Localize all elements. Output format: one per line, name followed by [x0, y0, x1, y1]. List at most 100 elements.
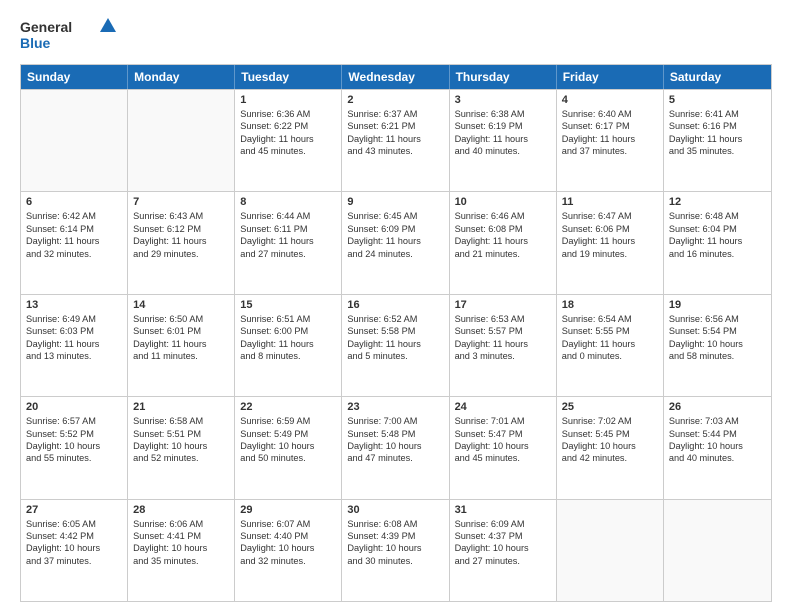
cell-info-line: Sunset: 6:14 PM: [26, 223, 122, 235]
cell-info-line: Sunrise: 6:52 AM: [347, 313, 443, 325]
logo-container: General Blue: [20, 16, 120, 54]
cell-info-line: Sunset: 5:48 PM: [347, 428, 443, 440]
day-cell-19: 19Sunrise: 6:56 AMSunset: 5:54 PMDayligh…: [664, 295, 771, 396]
cell-info-line: Sunrise: 6:09 AM: [455, 518, 551, 530]
day-cell-11: 11Sunrise: 6:47 AMSunset: 6:06 PMDayligh…: [557, 192, 664, 293]
cell-info-line: Sunrise: 6:08 AM: [347, 518, 443, 530]
calendar-body: 1Sunrise: 6:36 AMSunset: 6:22 PMDaylight…: [21, 89, 771, 601]
day-cell-17: 17Sunrise: 6:53 AMSunset: 5:57 PMDayligh…: [450, 295, 557, 396]
cell-info-line: and 58 minutes.: [669, 350, 766, 362]
day-number: 28: [133, 504, 229, 516]
day-number: 24: [455, 401, 551, 413]
day-cell-28: 28Sunrise: 6:06 AMSunset: 4:41 PMDayligh…: [128, 500, 235, 601]
day-cell-1: 1Sunrise: 6:36 AMSunset: 6:22 PMDaylight…: [235, 90, 342, 191]
day-cell-27: 27Sunrise: 6:05 AMSunset: 4:42 PMDayligh…: [21, 500, 128, 601]
cell-info-line: Sunset: 5:45 PM: [562, 428, 658, 440]
cell-info-line: Sunset: 5:49 PM: [240, 428, 336, 440]
day-cell-14: 14Sunrise: 6:50 AMSunset: 6:01 PMDayligh…: [128, 295, 235, 396]
day-number: 13: [26, 299, 122, 311]
cell-info-line: Daylight: 10 hours: [240, 440, 336, 452]
cell-info-line: Sunset: 6:03 PM: [26, 325, 122, 337]
day-number: 6: [26, 196, 122, 208]
cell-info-line: Sunset: 5:52 PM: [26, 428, 122, 440]
cell-info-line: Sunset: 6:01 PM: [133, 325, 229, 337]
cell-info-line: Daylight: 10 hours: [240, 542, 336, 554]
day-number: 4: [562, 94, 658, 106]
cell-info-line: and 8 minutes.: [240, 350, 336, 362]
day-number: 15: [240, 299, 336, 311]
day-number: 31: [455, 504, 551, 516]
cell-info-line: and 32 minutes.: [240, 555, 336, 567]
cell-info-line: Sunrise: 6:47 AM: [562, 210, 658, 222]
cell-info-line: Sunrise: 6:07 AM: [240, 518, 336, 530]
calendar-header: SundayMondayTuesdayWednesdayThursdayFrid…: [21, 65, 771, 89]
cell-info-line: Daylight: 11 hours: [455, 338, 551, 350]
cell-info-line: and 27 minutes.: [240, 248, 336, 260]
cell-info-line: Daylight: 11 hours: [240, 338, 336, 350]
cell-info-line: Sunset: 6:12 PM: [133, 223, 229, 235]
day-cell-23: 23Sunrise: 7:00 AMSunset: 5:48 PMDayligh…: [342, 397, 449, 498]
cell-info-line: Sunset: 5:54 PM: [669, 325, 766, 337]
cell-info-line: and 30 minutes.: [347, 555, 443, 567]
cell-info-line: Sunrise: 6:49 AM: [26, 313, 122, 325]
cell-info-line: Sunset: 6:19 PM: [455, 120, 551, 132]
cell-info-line: Sunrise: 6:53 AM: [455, 313, 551, 325]
cell-info-line: Daylight: 11 hours: [133, 235, 229, 247]
svg-text:Blue: Blue: [20, 35, 51, 51]
day-cell-7: 7Sunrise: 6:43 AMSunset: 6:12 PMDaylight…: [128, 192, 235, 293]
cell-info-line: Sunset: 6:06 PM: [562, 223, 658, 235]
cell-info-line: Sunset: 6:11 PM: [240, 223, 336, 235]
day-cell-9: 9Sunrise: 6:45 AMSunset: 6:09 PMDaylight…: [342, 192, 449, 293]
header-day-tuesday: Tuesday: [235, 65, 342, 89]
day-number: 30: [347, 504, 443, 516]
cell-info-line: and 5 minutes.: [347, 350, 443, 362]
calendar-row-3: 20Sunrise: 6:57 AMSunset: 5:52 PMDayligh…: [21, 396, 771, 498]
cell-info-line: Daylight: 11 hours: [347, 338, 443, 350]
cell-info-line: Daylight: 11 hours: [455, 133, 551, 145]
day-number: 26: [669, 401, 766, 413]
cell-info-line: and 19 minutes.: [562, 248, 658, 260]
header-day-friday: Friday: [557, 65, 664, 89]
cell-info-line: Daylight: 11 hours: [240, 235, 336, 247]
cell-info-line: and 29 minutes.: [133, 248, 229, 260]
cell-info-line: and 16 minutes.: [669, 248, 766, 260]
day-number: 21: [133, 401, 229, 413]
cell-info-line: Sunrise: 6:57 AM: [26, 415, 122, 427]
cell-info-line: Sunset: 4:39 PM: [347, 530, 443, 542]
day-cell-22: 22Sunrise: 6:59 AMSunset: 5:49 PMDayligh…: [235, 397, 342, 498]
cell-info-line: Daylight: 10 hours: [562, 440, 658, 452]
cell-info-line: Sunrise: 6:43 AM: [133, 210, 229, 222]
day-number: 2: [347, 94, 443, 106]
page: General Blue SundayMondayTuesdayWednesda…: [0, 0, 792, 612]
cell-info-line: and 35 minutes.: [133, 555, 229, 567]
empty-cell: [664, 500, 771, 601]
cell-info-line: and 13 minutes.: [26, 350, 122, 362]
day-cell-15: 15Sunrise: 6:51 AMSunset: 6:00 PMDayligh…: [235, 295, 342, 396]
day-number: 9: [347, 196, 443, 208]
cell-info-line: Sunset: 4:37 PM: [455, 530, 551, 542]
cell-info-line: Sunset: 6:09 PM: [347, 223, 443, 235]
cell-info-line: Daylight: 11 hours: [133, 338, 229, 350]
cell-info-line: Sunrise: 6:50 AM: [133, 313, 229, 325]
cell-info-line: Sunrise: 7:02 AM: [562, 415, 658, 427]
cell-info-line: Sunrise: 6:48 AM: [669, 210, 766, 222]
cell-info-line: and 40 minutes.: [455, 145, 551, 157]
cell-info-line: Daylight: 10 hours: [26, 440, 122, 452]
day-number: 18: [562, 299, 658, 311]
day-cell-29: 29Sunrise: 6:07 AMSunset: 4:40 PMDayligh…: [235, 500, 342, 601]
day-cell-18: 18Sunrise: 6:54 AMSunset: 5:55 PMDayligh…: [557, 295, 664, 396]
day-number: 17: [455, 299, 551, 311]
header-day-monday: Monday: [128, 65, 235, 89]
cell-info-line: Daylight: 10 hours: [669, 440, 766, 452]
cell-info-line: Daylight: 10 hours: [133, 542, 229, 554]
cell-info-line: Sunset: 6:16 PM: [669, 120, 766, 132]
logo-svg: General Blue: [20, 16, 120, 54]
cell-info-line: Sunrise: 6:40 AM: [562, 108, 658, 120]
day-cell-5: 5Sunrise: 6:41 AMSunset: 6:16 PMDaylight…: [664, 90, 771, 191]
cell-info-line: Daylight: 11 hours: [26, 338, 122, 350]
day-number: 27: [26, 504, 122, 516]
cell-info-line: Sunset: 6:08 PM: [455, 223, 551, 235]
cell-info-line: and 45 minutes.: [455, 452, 551, 464]
day-cell-4: 4Sunrise: 6:40 AMSunset: 6:17 PMDaylight…: [557, 90, 664, 191]
cell-info-line: Daylight: 10 hours: [455, 440, 551, 452]
